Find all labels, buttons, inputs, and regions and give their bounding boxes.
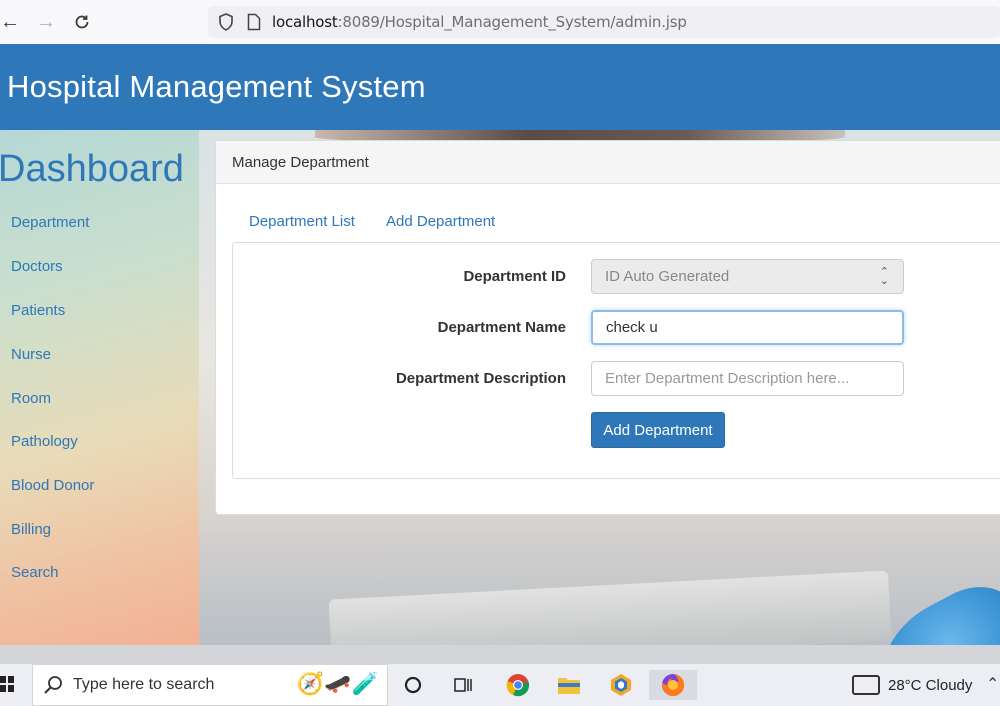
reload-icon[interactable] [64,4,100,40]
tab-add-department[interactable]: Add Department [386,213,495,230]
task-view-icon[interactable] [446,670,480,700]
department-description-input[interactable] [591,361,904,396]
app-header: Hospital Management System [0,44,1000,130]
sidebar-item-patients[interactable]: Patients [11,302,65,319]
add-department-button[interactable]: Add Department [591,412,725,448]
department-id-value: ID Auto Generated [605,268,730,285]
weather-text: 28°C Cloudy [888,676,973,694]
department-id-label: Department ID [463,268,566,285]
app-hexagon-icon[interactable] [604,670,638,700]
sidebar-item-department[interactable]: Department [11,214,89,231]
page-bottom-band [0,645,1000,664]
weather-widget[interactable]: 28°C Cloudy [852,664,972,706]
app-title: Hospital Management System [7,69,426,104]
sidebar-item-doctors[interactable]: Doctors [11,258,63,275]
sidebar-item-search[interactable]: Search [11,564,59,581]
panel-heading: Manage Department [216,141,1000,184]
sidebar-item-nurse[interactable]: Nurse [11,346,51,363]
page-icon [244,12,264,32]
sidebar: Dashboard Department Doctors Patients Nu… [0,130,199,645]
spinner-icon: ⌃ ⌄ [879,266,889,287]
tab-department-list[interactable]: Department List [249,213,355,230]
department-id-field: ID Auto Generated ⌃ ⌄ [591,259,904,294]
arrow-left-icon[interactable]: ← [0,4,28,40]
cortana-icon[interactable] [396,670,430,700]
address-bar[interactable]: localhost:8089/Hospital_Management_Syste… [208,6,1000,38]
url-text[interactable]: localhost:8089/Hospital_Management_Syste… [272,13,687,31]
sidebar-item-room[interactable]: Room [11,390,51,407]
sidebar-item-blood-donor[interactable]: Blood Donor [11,477,94,494]
taskbar-search[interactable]: Type here to search 🧭🛹🧪 [32,664,388,706]
background-device [328,570,892,645]
department-name-value: check u [606,319,658,336]
manage-department-panel: Manage Department Department List Add De… [215,140,1000,515]
news-weather-icon [852,675,880,695]
taskbar: Type here to search 🧭🛹🧪 28°C Cloudy ⌃ [0,664,1000,706]
search-icon [44,676,62,694]
department-name-input[interactable]: check u [591,310,904,345]
shield-icon[interactable] [216,12,236,32]
sidebar-item-billing[interactable]: Billing [11,521,51,538]
search-highlight-icon: 🧭🛹🧪 [296,671,379,696]
add-department-form: Department ID ID Auto Generated ⌃ ⌄ Depar… [232,242,1000,479]
sidebar-item-pathology[interactable]: Pathology [11,433,78,450]
arrow-right-icon[interactable]: → [28,4,64,40]
firefox-icon[interactable] [649,670,697,700]
department-description-label: Department Description [395,370,566,387]
sidebar-title: Dashboard [0,148,184,190]
chrome-icon[interactable] [501,670,535,700]
department-name-label: Department Name [437,319,566,336]
file-explorer-icon[interactable] [552,670,586,700]
browser-toolbar: ← → localhost:8089/Hospital_Management_S… [0,0,1000,44]
taskbar-search-placeholder: Type here to search [73,676,215,693]
chevron-up-icon[interactable]: ⌃ [986,674,999,694]
windows-start-icon[interactable] [0,676,14,692]
